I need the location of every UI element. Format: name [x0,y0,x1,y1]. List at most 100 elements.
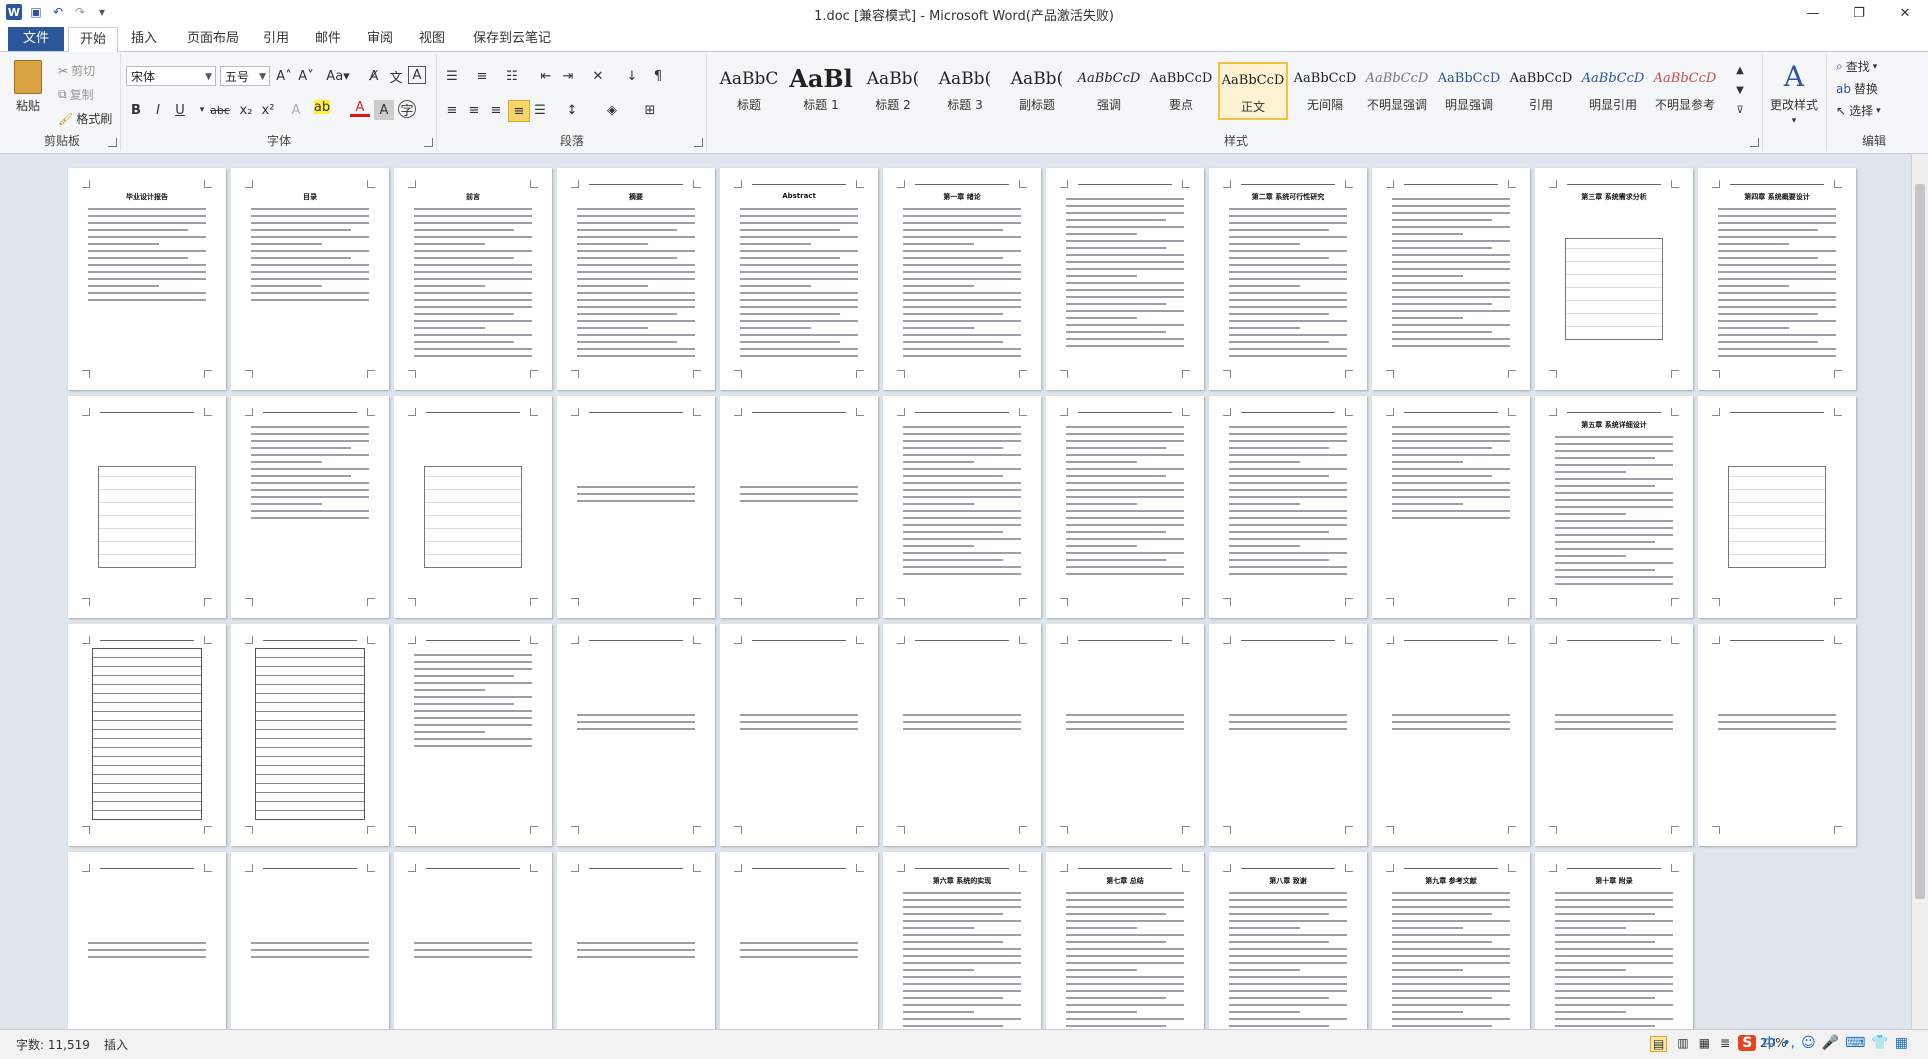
page-thumbnail[interactable] [231,852,389,1029]
vertical-scrollbar[interactable] [1911,154,1928,1029]
page-thumbnail[interactable]: 第二章 系统可行性研究 [1209,168,1367,390]
superscript-icon[interactable]: x² [258,100,278,120]
page-thumbnail[interactable] [68,852,226,1029]
character-border-icon[interactable]: A [408,66,426,84]
scrollbar-thumb[interactable] [1915,184,1925,899]
page-thumbnail[interactable] [883,396,1041,618]
web-layout-icon[interactable]: ▦ [1699,1036,1710,1052]
style-item[interactable]: AaBbCcD 明显强调 [1434,62,1504,120]
punctuation-icon[interactable]: •, [1782,1035,1795,1051]
page-thumbnail[interactable]: 摘要 [557,168,715,390]
sogou-logo-icon[interactable]: S [1738,1035,1757,1051]
font-color-icon[interactable]: A [350,100,370,117]
full-screen-reading-icon[interactable]: ▥ [1677,1036,1688,1052]
page-thumbnail[interactable]: 目录 [231,168,389,390]
increase-indent-icon[interactable]: ⇥ [558,66,578,86]
copy-button[interactable]: ⧉ 复制 [58,86,94,103]
italic-icon[interactable]: I [148,100,168,120]
cut-button[interactable]: ✂ 剪切 [58,62,95,79]
page-thumbnail[interactable] [1046,396,1204,618]
page-thumbnail[interactable]: 第六章 系统的实现 [883,852,1041,1029]
page-thumbnail[interactable] [1209,396,1367,618]
page-thumbnail[interactable] [394,396,552,618]
page-thumbnail[interactable] [1046,624,1204,846]
insert-mode[interactable]: 插入 [104,1036,128,1053]
toolbox-icon[interactable]: ▦ [1895,1035,1908,1051]
page-thumbnail[interactable] [720,624,878,846]
clear-formatting-icon[interactable]: A̸ [364,66,384,86]
page-thumbnail[interactable] [557,396,715,618]
underline-icon[interactable]: U [170,100,190,120]
page-thumbnail[interactable]: Abstract [720,168,878,390]
sort-icon[interactable]: ↓ [622,66,642,86]
page-thumbnail[interactable]: 第九章 参考文献 [1372,852,1530,1029]
character-shading-icon[interactable]: A [374,100,394,120]
font-size-select[interactable]: 五号 ▼ [220,66,270,86]
decrease-indent-icon[interactable]: ⇤ [536,66,556,86]
skin-icon[interactable]: 👕 [1871,1035,1888,1051]
page-thumbnail[interactable] [1535,624,1693,846]
page-thumbnail[interactable] [1372,396,1530,618]
line-spacing-icon[interactable]: ↕ [562,100,582,120]
tab-references[interactable]: 引用 [254,27,298,51]
shading-icon[interactable]: ◈ [602,100,622,120]
style-item[interactable]: AaBbCcD 强调 [1074,62,1144,120]
phonetic-guide-icon[interactable]: 文 [386,66,406,86]
page-thumbnail[interactable] [1209,624,1367,846]
outline-icon[interactable]: ≣ [1720,1036,1730,1052]
multilevel-list-icon[interactable]: ☷ [502,66,522,86]
page-thumbnail[interactable] [1372,624,1530,846]
align-right-icon[interactable]: ≡ [486,100,506,120]
style-item[interactable]: AaBbC 标题 [714,62,784,120]
font-launcher-icon[interactable] [424,138,433,147]
emoji-icon[interactable]: ☺ [1801,1035,1816,1051]
word-count[interactable]: 字数: 11,519 [16,1036,90,1053]
keyboard-icon[interactable]: ⌨ [1845,1035,1865,1051]
select-button[interactable]: ↖ 选择 ▾ [1836,102,1881,119]
show-marks-icon[interactable]: ¶ [648,66,668,86]
subscript-icon[interactable]: x₂ [236,100,256,120]
paragraph-launcher-icon[interactable] [694,138,703,147]
style-item[interactable]: AaBbCcD 要点 [1146,62,1216,120]
page-thumbnail[interactable] [1698,624,1856,846]
tab-file[interactable]: 文件 [8,27,64,51]
page-thumbnail[interactable]: 第五章 系统详细设计 [1535,396,1693,618]
clipboard-launcher-icon[interactable] [108,138,117,147]
numbering-icon[interactable]: ≡ [472,66,492,86]
gallery-scroll-up-icon[interactable]: ▲ [1730,60,1750,80]
justify-icon[interactable]: ≡ [508,100,530,122]
change-case-button[interactable]: Aa ▾ [324,66,352,86]
page-thumbnail[interactable] [231,624,389,846]
font-name-select[interactable]: 宋体 ▼ [126,66,216,86]
page-thumbnail[interactable] [394,852,552,1029]
document-area[interactable]: 毕业设计报告 目录 前言 摘要 Abstract 第一章 绪论 第二章 系统可行性研究 第三章… [0,154,1912,1029]
minimize-icon[interactable]: — [1790,0,1836,27]
highlight-icon[interactable]: ab [314,100,330,115]
paste-button[interactable]: 粘贴 [14,60,42,114]
page-thumbnail[interactable] [68,624,226,846]
underline-dropdown-icon[interactable]: ▾ [192,100,212,120]
tab-mailings[interactable]: 邮件 [306,27,350,51]
enclose-characters-icon[interactable]: 字 [398,100,416,119]
borders-icon[interactable]: ⊞ [640,100,660,120]
close-icon[interactable]: ✕ [1882,0,1928,27]
restore-icon[interactable]: ❐ [1836,0,1882,27]
tab-home[interactable]: 开始 [68,27,118,53]
page-thumbnail[interactable]: 第七章 总结 [1046,852,1204,1029]
bold-icon[interactable]: B [126,100,146,120]
style-item[interactable]: AaBbCcD 明显引用 [1578,62,1648,120]
page-thumbnail[interactable] [394,624,552,846]
tab-page-layout[interactable]: 页面布局 [178,27,248,51]
style-item[interactable]: AaBbCcD 不明显强调 [1362,62,1432,120]
page-thumbnail[interactable] [720,396,878,618]
text-effects-icon[interactable]: A [286,100,306,120]
gallery-scroll-down-icon[interactable]: ▼ [1730,80,1750,100]
microphone-icon[interactable]: 🎤 [1822,1035,1839,1051]
styles-launcher-icon[interactable] [1750,138,1759,147]
replace-button[interactable]: ab 替换 [1836,80,1878,97]
style-item[interactable]: AaBl 标题 1 [786,62,856,120]
grow-font-icon[interactable]: A˄ [274,66,294,86]
page-thumbnail[interactable] [231,396,389,618]
find-button[interactable]: ⌕ 查找 ▾ [1836,58,1877,75]
change-styles-button[interactable]: A 更改样式 ▾ [1770,60,1818,126]
